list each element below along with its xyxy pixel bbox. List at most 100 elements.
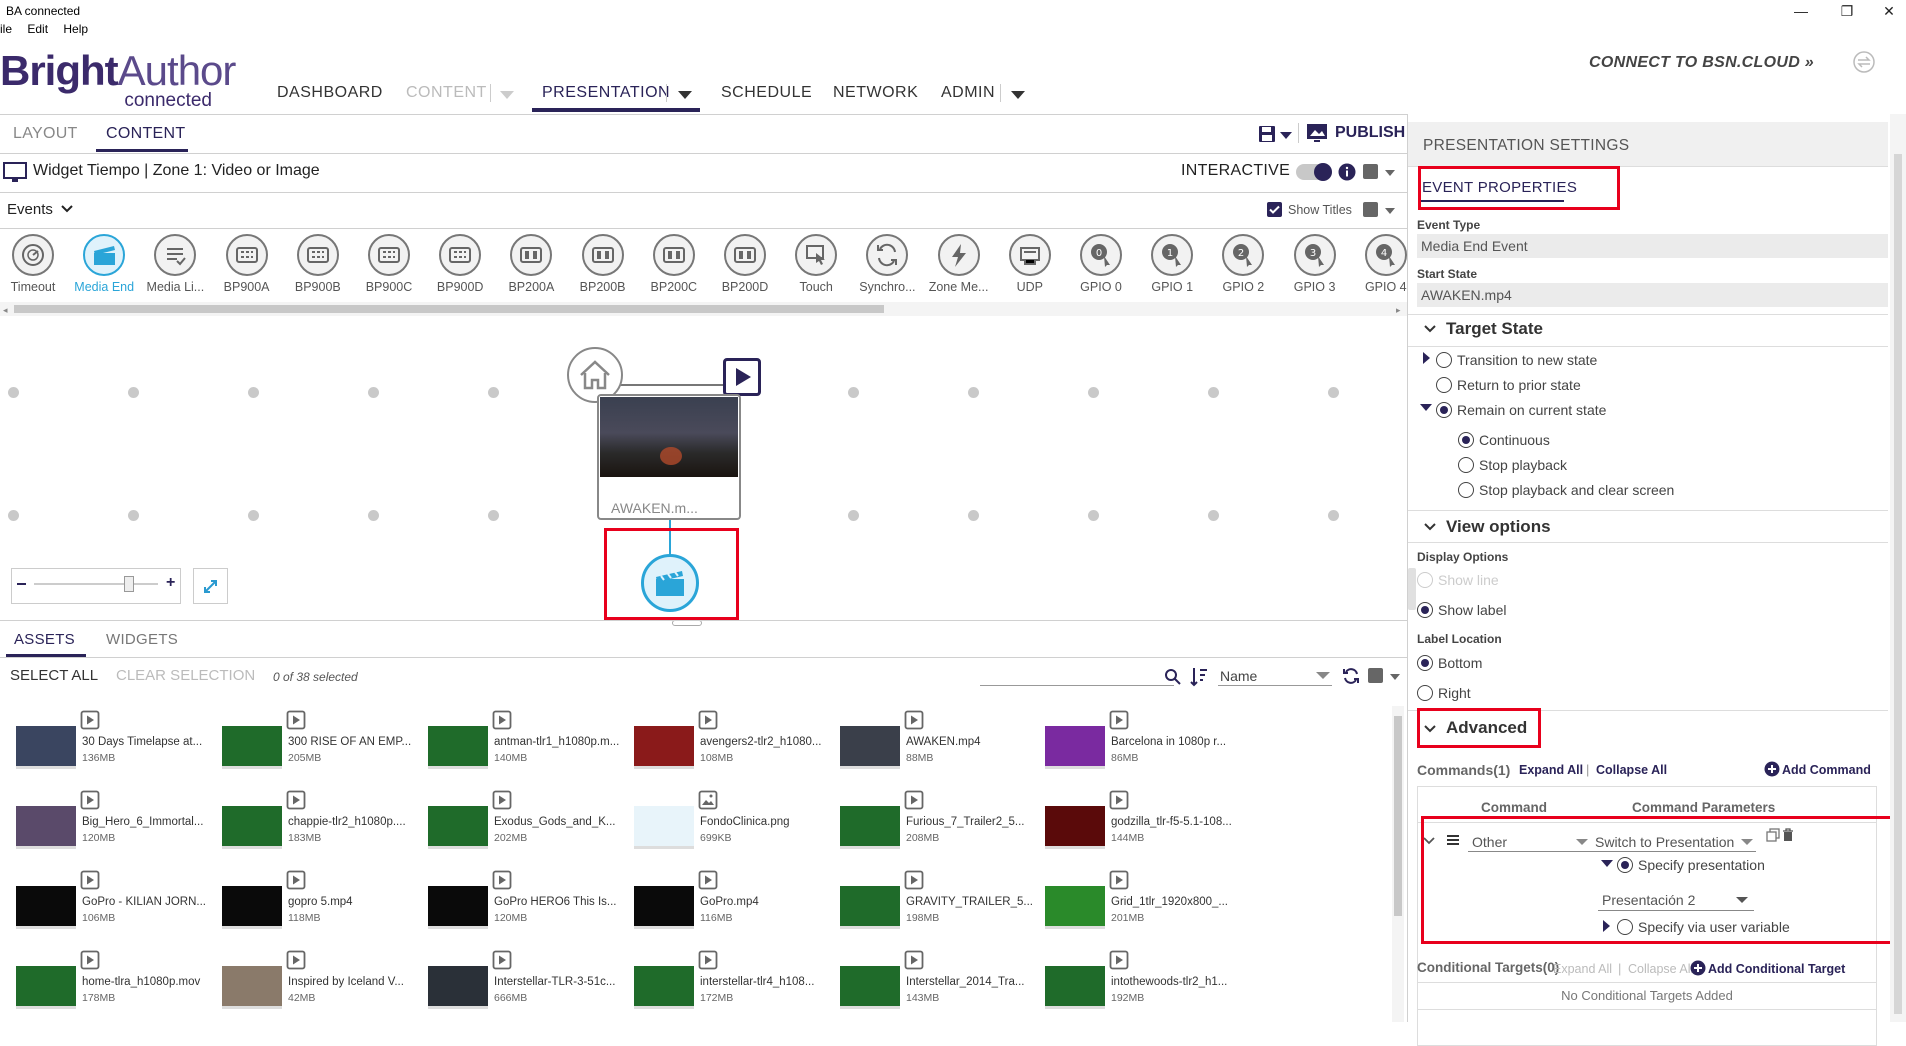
menu-file[interactable]: ile — [0, 22, 12, 36]
view-options-chevron-icon[interactable] — [1422, 519, 1438, 535]
zone-settings-icon[interactable] — [1363, 164, 1378, 179]
event-touch[interactable]: Touch — [781, 234, 851, 294]
asset-item[interactable]: antman-tlr1_h1080p.m... 140MB — [428, 706, 628, 778]
sort-select[interactable]: Name — [1220, 668, 1257, 684]
assets-scroll-thumb[interactable] — [1394, 716, 1402, 916]
presentation-dropdown-icon[interactable] — [678, 91, 692, 99]
refresh-icon[interactable] — [1341, 666, 1361, 686]
radio-stop-playback[interactable] — [1458, 457, 1474, 473]
asset-item[interactable]: interstellar-tlr4_h108... 172MB — [634, 946, 834, 1018]
tab-content[interactable]: CONTENT — [106, 125, 185, 143]
add-conditional-button[interactable]: Add Conditional Target — [1708, 962, 1845, 976]
asset-item[interactable]: gopro 5.mp4 118MB — [222, 866, 422, 938]
publish-button[interactable]: PUBLISH — [1335, 124, 1405, 142]
asset-item[interactable]: Furious_7_Trailer2_5... 208MB — [840, 786, 1040, 858]
events-scrollbar[interactable]: ◂ ▸ — [0, 302, 1407, 316]
event-media-li[interactable]: Media Li... — [140, 234, 210, 294]
asset-item[interactable]: Interstellar_2014_Tra... 143MB — [840, 946, 1040, 1018]
save-dropdown-icon[interactable] — [1280, 132, 1292, 139]
publish-icon[interactable] — [1306, 123, 1328, 143]
asset-item[interactable]: home-tlra_h1080p.mov 178MB — [16, 946, 216, 1018]
events-scroll-thumb[interactable] — [14, 305, 884, 313]
nav-presentation[interactable]: PRESENTATION — [542, 84, 670, 102]
asset-item[interactable]: 30 Days Timelapse at... 136MB — [16, 706, 216, 778]
asset-item[interactable]: avengers2-tlr2_h1080... 108MB — [634, 706, 834, 778]
assets-settings-icon[interactable] — [1368, 668, 1383, 683]
conditional-collapse-all[interactable]: Collapse All — [1628, 962, 1693, 976]
menu-edit[interactable]: Edit — [27, 22, 48, 36]
event-bp200c[interactable]: BP200C — [639, 234, 709, 294]
event-bp200d[interactable]: BP200D — [710, 234, 780, 294]
asset-item[interactable]: GoPro HERO6 This Is... 120MB — [428, 866, 628, 938]
asset-item[interactable]: GoPro - KILIAN JORN... 106MB — [16, 866, 216, 938]
asset-item[interactable]: chappie-tlr2_h1080p.... 183MB — [222, 786, 422, 858]
event-gpio-0[interactable]: 0 GPIO 0 — [1066, 234, 1136, 294]
events-dropdown[interactable]: Events — [7, 201, 53, 218]
asset-item[interactable]: Grid_1tlr_1920x800_... 201MB — [1045, 866, 1245, 938]
radio-show-label[interactable] — [1417, 602, 1433, 618]
event-bp200a[interactable]: BP200A — [496, 234, 566, 294]
commands-collapse-all[interactable]: Collapse All — [1596, 763, 1667, 777]
zoom-in-icon[interactable]: + — [166, 575, 175, 591]
right-panel-scrollbar[interactable] — [1890, 114, 1906, 1022]
nav-content[interactable]: CONTENT — [406, 84, 487, 102]
admin-dropdown-icon[interactable] — [1011, 91, 1025, 99]
zone-dropdown-icon[interactable] — [1385, 170, 1395, 176]
asset-item[interactable]: GoPro.mp4 116MB — [634, 866, 834, 938]
nav-dashboard[interactable]: DASHBOARD — [277, 84, 383, 102]
tab-assets[interactable]: ASSETS — [14, 631, 75, 648]
event-zone-me[interactable]: Zone Me... — [924, 234, 994, 294]
add-conditional-icon[interactable] — [1690, 960, 1706, 976]
nav-admin[interactable]: ADMIN — [941, 84, 995, 102]
asset-item[interactable]: Interstellar-TLR-3-51c... 666MB — [428, 946, 628, 1018]
radio-transition[interactable] — [1436, 352, 1452, 368]
radio-show-line[interactable] — [1417, 572, 1433, 588]
assets-settings-dropdown-icon[interactable] — [1390, 674, 1400, 680]
events-chevron-icon[interactable] — [60, 203, 74, 215]
event-udp[interactable]: UDP — [995, 234, 1065, 294]
close-button[interactable]: ✕ — [1866, 0, 1906, 22]
add-command-button[interactable]: Add Command — [1782, 763, 1871, 777]
save-icon[interactable] — [1257, 124, 1277, 144]
zoom-out-icon[interactable] — [17, 583, 26, 585]
sort-order-icon[interactable] — [1190, 666, 1208, 688]
sort-dropdown-icon[interactable] — [1316, 672, 1330, 679]
events-settings-icon[interactable] — [1363, 202, 1378, 217]
asset-item[interactable]: FondoClinica.png 699KB — [634, 786, 834, 858]
zoom-track[interactable] — [34, 583, 158, 585]
view-options-title[interactable]: View options — [1446, 517, 1551, 537]
radio-continuous[interactable] — [1458, 432, 1474, 448]
event-bp900a[interactable]: BP900A — [212, 234, 282, 294]
radio-bottom[interactable] — [1417, 655, 1433, 671]
asset-item[interactable]: Barcelona in 1080p r... 86MB — [1045, 706, 1245, 778]
radio-return[interactable] — [1436, 377, 1452, 393]
asset-item[interactable]: Big_Hero_6_Immortal... 120MB — [16, 786, 216, 858]
menu-help[interactable]: Help — [63, 22, 88, 36]
restore-button[interactable]: ❐ — [1824, 0, 1870, 22]
info-icon[interactable] — [1338, 163, 1356, 181]
add-command-icon[interactable] — [1764, 761, 1780, 777]
asset-item[interactable]: intothewoods-tlr2_h1... 192MB — [1045, 946, 1245, 1018]
connect-bsn-link[interactable]: CONNECT TO BSN.CLOUD » — [1589, 54, 1814, 72]
assets-scrollbar[interactable] — [1392, 706, 1404, 1022]
asset-item[interactable]: Inspired by Iceland V... 42MB — [222, 946, 422, 1018]
bsn-status-icon[interactable] — [1852, 50, 1876, 74]
interactive-toggle[interactable] — [1296, 163, 1332, 181]
event-timeout[interactable]: Timeout — [0, 234, 68, 294]
event-gpio-3[interactable]: 3 GPIO 3 — [1280, 234, 1350, 294]
tab-widgets[interactable]: WIDGETS — [106, 631, 178, 648]
asset-item[interactable]: Exodus_Gods_and_K... 202MB — [428, 786, 628, 858]
transition-expand-icon[interactable] — [1423, 352, 1430, 364]
asset-search-input[interactable] — [980, 685, 1174, 686]
media-state-node[interactable]: AWAKEN.m... — [597, 394, 741, 520]
event-bp200b[interactable]: BP200B — [568, 234, 638, 294]
asset-item[interactable]: godzilla_tlr-f5-5.1-108... 144MB — [1045, 786, 1245, 858]
asset-item[interactable]: 300 RISE OF AN EMP... 205MB — [222, 706, 422, 778]
panel-splitter-handle[interactable] — [1408, 568, 1416, 610]
event-gpio-1[interactable]: 1 GPIO 1 — [1137, 234, 1207, 294]
minimize-button[interactable]: — — [1778, 0, 1824, 22]
remain-collapse-icon[interactable] — [1420, 404, 1432, 411]
asset-item[interactable]: AWAKEN.mp4 88MB — [840, 706, 1040, 778]
select-all-button[interactable]: SELECT ALL — [10, 667, 98, 684]
show-titles-checkbox[interactable] — [1267, 202, 1282, 217]
